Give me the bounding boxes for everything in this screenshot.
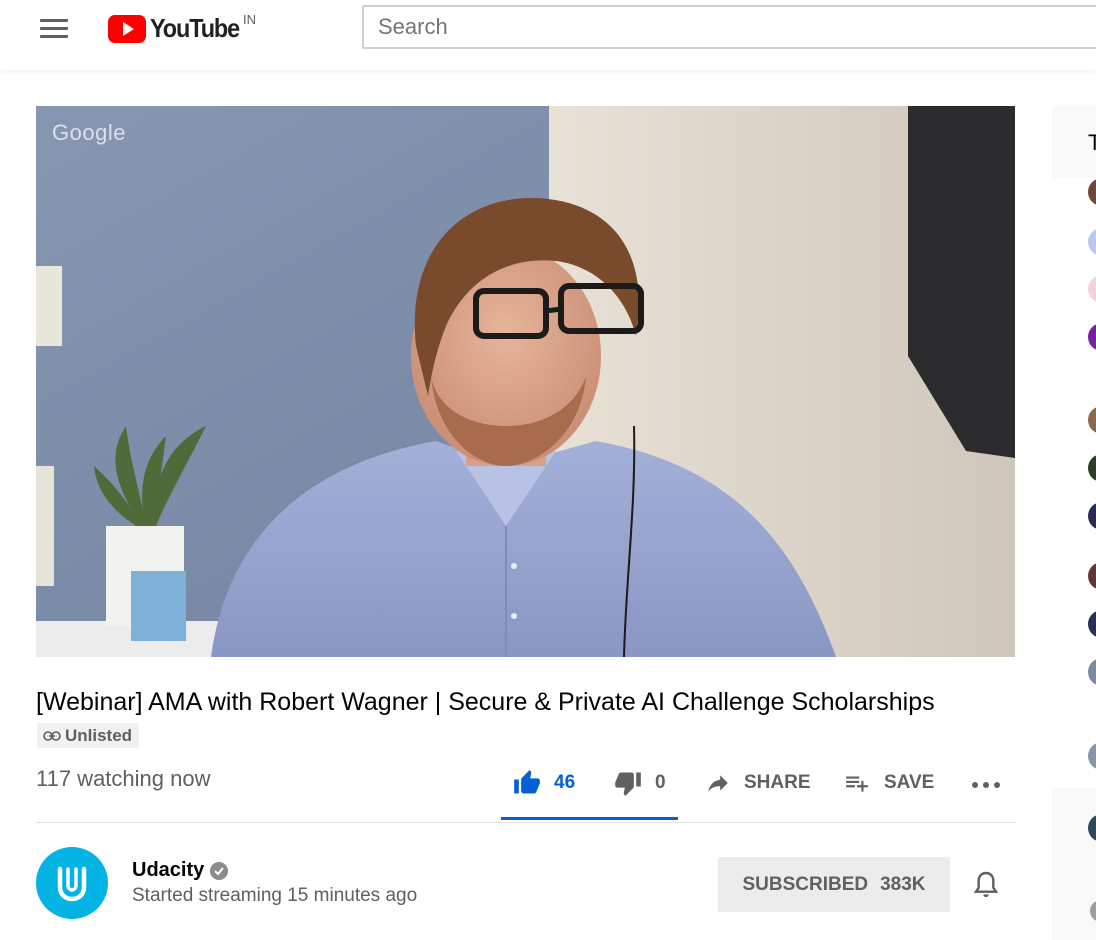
share-label: SHARE	[744, 772, 811, 793]
like-button[interactable]: 46	[512, 768, 575, 798]
save-button[interactable]: SAVE	[843, 768, 934, 798]
chat-avatar	[1088, 658, 1096, 686]
chat-avatar	[1088, 228, 1096, 256]
video-player[interactable]: Google	[36, 106, 1015, 657]
divider	[36, 822, 1016, 823]
thumb-down-icon	[615, 772, 641, 796]
live-chat-input-area	[1052, 788, 1096, 940]
dislike-button[interactable]: 0	[613, 768, 666, 798]
unlisted-badge: Unlisted	[37, 723, 140, 748]
link-icon	[43, 730, 61, 741]
search-input[interactable]	[364, 7, 1096, 47]
emoji-icon[interactable]	[1090, 900, 1096, 922]
chat-avatar	[1088, 454, 1096, 482]
chat-avatar	[1088, 178, 1096, 206]
youtube-logo-icon	[108, 15, 146, 43]
playlist-add-icon	[846, 776, 868, 792]
channel-name[interactable]: Udacity	[132, 859, 229, 882]
chat-avatar	[1088, 742, 1096, 770]
stream-start-text: Started streaming 15 minutes ago	[132, 885, 418, 906]
more-icon	[972, 782, 1000, 788]
verified-icon	[210, 861, 229, 880]
subscribe-label: SUBSCRIBED	[742, 873, 869, 895]
chat-avatar	[1088, 610, 1096, 638]
subscriber-count: 383K	[880, 873, 926, 895]
live-chat-messages[interactable]	[1052, 178, 1096, 788]
chat-avatar	[1088, 502, 1096, 530]
chat-avatar	[1088, 406, 1096, 434]
save-label: SAVE	[884, 772, 935, 793]
video-watermark: Google	[52, 120, 126, 145]
menu-icon[interactable]	[38, 16, 70, 42]
badge-label: Unlisted	[65, 725, 133, 745]
chat-avatar	[1088, 323, 1096, 351]
share-icon	[708, 775, 728, 792]
channel-avatar[interactable]	[36, 847, 108, 919]
live-chat-title: T	[1088, 130, 1096, 155]
subscribe-button[interactable]: SUBSCRIBED 383K	[718, 857, 950, 912]
udacity-logo-icon	[57, 866, 87, 902]
share-button[interactable]: SHARE	[704, 768, 811, 798]
thumb-up-icon	[514, 770, 540, 794]
live-chat-header: T	[1052, 106, 1096, 178]
sentiment-bar	[501, 817, 678, 820]
masthead: YouTube IN	[0, 0, 1096, 70]
channel-name-text: Udacity	[132, 859, 205, 881]
bell-icon[interactable]	[970, 869, 1002, 901]
more-actions-button[interactable]	[970, 768, 1002, 798]
video-frame	[36, 106, 1015, 657]
country-code: IN	[242, 12, 256, 27]
user-avatar	[1088, 814, 1096, 842]
chat-avatar	[1088, 562, 1096, 590]
like-count: 46	[554, 772, 576, 793]
video-title: [Webinar] AMA with Robert Wagner | Secur…	[36, 688, 935, 716]
view-count: 117 watching now	[36, 766, 211, 791]
dislike-count: 0	[655, 772, 666, 793]
chat-avatar	[1088, 275, 1096, 303]
logo-text: YouTube	[150, 13, 240, 43]
youtube-logo[interactable]: YouTube IN	[108, 10, 256, 46]
search-box[interactable]	[362, 5, 1096, 49]
